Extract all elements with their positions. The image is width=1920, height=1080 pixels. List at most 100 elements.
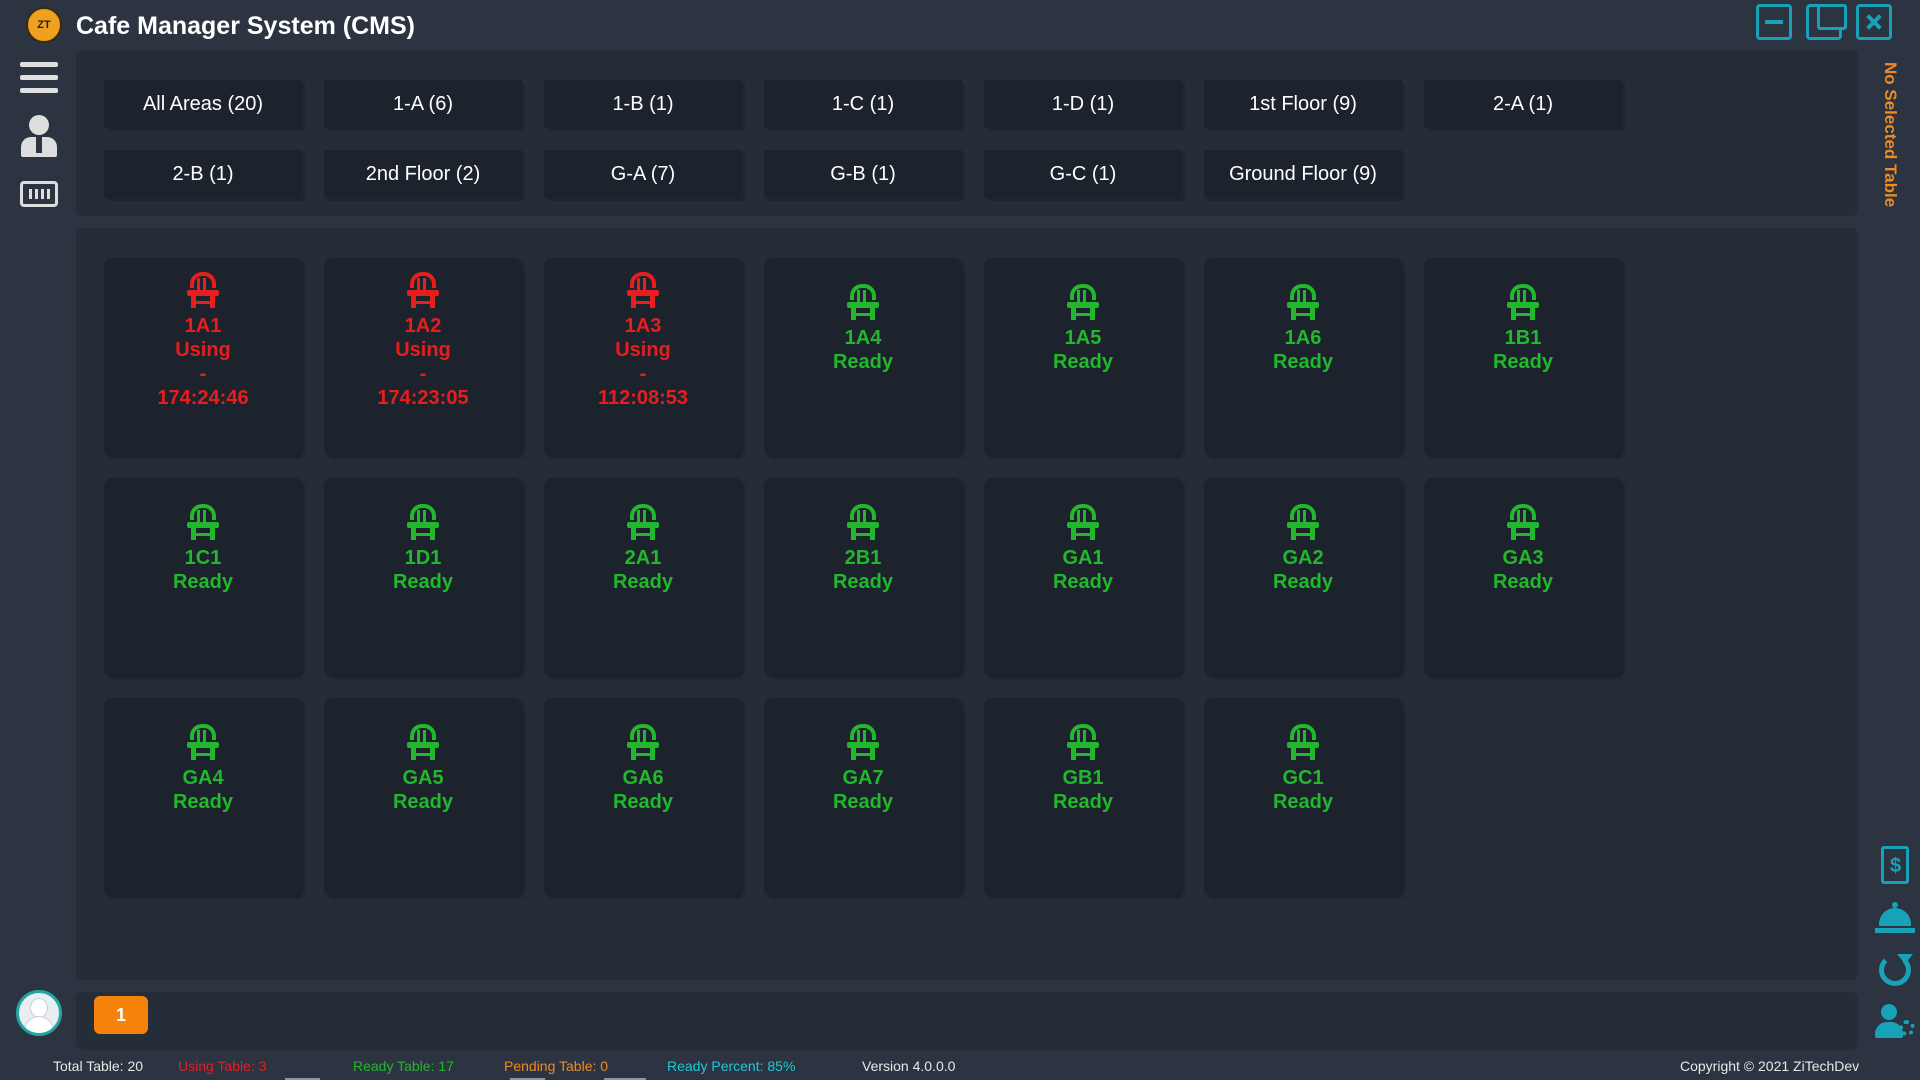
chair-icon	[1507, 504, 1539, 540]
table-tile-1a1[interactable]: 1A1 Using -174:24:46	[104, 258, 302, 456]
table-status: Ready	[1052, 351, 1114, 373]
chair-icon	[187, 504, 219, 540]
user-icon[interactable]	[20, 115, 58, 159]
table-name: GA1	[1062, 547, 1104, 569]
chair-icon	[187, 724, 219, 760]
table-status: Ready	[612, 571, 674, 593]
table-tile-gb1[interactable]: GB1 Ready	[984, 698, 1182, 896]
table-tile-gc1[interactable]: GC1 Ready	[1204, 698, 1402, 896]
chair-icon	[1067, 504, 1099, 540]
table-separator: -	[199, 363, 207, 385]
table-name: 1A4	[844, 327, 882, 349]
app-title: Cafe Manager System (CMS)	[76, 12, 415, 40]
area-button-2a[interactable]: 2-A (1)	[1424, 80, 1622, 128]
table-name: 1C1	[184, 547, 222, 569]
area-button-1c[interactable]: 1-C (1)	[764, 80, 962, 128]
chair-icon	[407, 724, 439, 760]
chair-icon	[847, 504, 879, 540]
area-button-gc[interactable]: G-C (1)	[984, 150, 1182, 198]
table-status: Ready	[612, 791, 674, 813]
table-status: Ready	[1052, 791, 1114, 813]
area-button-2nd-floor[interactable]: 2nd Floor (2)	[324, 150, 522, 198]
table-tile-ga2[interactable]: GA2 Ready	[1204, 478, 1402, 676]
table-status: Using	[395, 339, 451, 361]
table-name: 1A3	[624, 315, 662, 337]
area-filter-panel: All Areas (20) 1-A (6) 1-B (1) 1-C (1) 1…	[76, 50, 1858, 216]
table-name: GA7	[842, 767, 884, 789]
table-grid-panel: 1A1 Using -174:24:46 1A2 Using -174:23:05 1A3 U…	[76, 228, 1858, 980]
close-icon[interactable]	[1856, 4, 1892, 40]
table-status: Ready	[1272, 571, 1334, 593]
keyboard-icon[interactable]	[20, 181, 58, 207]
status-using-tables: Using Table: 3	[178, 1058, 267, 1074]
menu-icon[interactable]	[20, 62, 58, 94]
table-elapsed-time: 174:24:46	[157, 387, 249, 409]
table-name: GA6	[622, 767, 664, 789]
table-status: Ready	[832, 351, 894, 373]
area-button-1d[interactable]: 1-D (1)	[984, 80, 1182, 128]
table-tile-1c1[interactable]: 1C1 Ready	[104, 478, 302, 676]
table-elapsed-time: 112:08:53	[597, 387, 689, 409]
page-button-1[interactable]: 1	[94, 996, 148, 1034]
table-tile-1a2[interactable]: 1A2 Using -174:23:05	[324, 258, 522, 456]
table-tile-1a5[interactable]: 1A5 Ready	[984, 258, 1182, 456]
table-tile-1a6[interactable]: 1A6 Ready	[1204, 258, 1402, 456]
avatar-icon[interactable]	[16, 990, 62, 1036]
table-tile-ga1[interactable]: GA1 Ready	[984, 478, 1182, 676]
table-tile-1d1[interactable]: 1D1 Ready	[324, 478, 522, 676]
table-name: GA5	[402, 767, 444, 789]
table-status: Using	[615, 339, 671, 361]
table-name: GC1	[1282, 767, 1324, 789]
app-logo-icon: ZT	[26, 7, 62, 43]
area-button-1b[interactable]: 1-B (1)	[544, 80, 742, 128]
invoice-icon[interactable]	[1875, 846, 1915, 886]
chair-icon	[1287, 724, 1319, 760]
table-status: Ready	[832, 571, 894, 593]
restore-icon[interactable]	[1806, 4, 1847, 40]
table-tile-ga4[interactable]: GA4 Ready	[104, 698, 302, 896]
table-name: 2A1	[624, 547, 662, 569]
table-tile-ga3[interactable]: GA3 Ready	[1424, 478, 1622, 676]
table-name: 1A2	[404, 315, 442, 337]
area-button-gb[interactable]: G-B (1)	[764, 150, 962, 198]
table-tile-1a4[interactable]: 1A4 Ready	[764, 258, 962, 456]
table-tile-1a3[interactable]: 1A3 Using -112:08:53	[544, 258, 742, 456]
selected-table-label: No Selected Table	[1881, 62, 1900, 208]
table-name: 1B1	[1504, 327, 1542, 349]
table-status: Ready	[392, 791, 454, 813]
area-button-2b[interactable]: 2-B (1)	[104, 150, 302, 198]
area-button-1a[interactable]: 1-A (6)	[324, 80, 522, 128]
status-total-tables: Total Table: 20	[53, 1058, 144, 1074]
table-name: GB1	[1062, 767, 1104, 789]
service-bell-icon[interactable]	[1875, 900, 1915, 940]
area-button-all[interactable]: All Areas (20)	[104, 80, 302, 128]
title-bar: ZT Cafe Manager System (CMS)	[0, 0, 1920, 50]
table-tile-1b1[interactable]: 1B1 Ready	[1424, 258, 1622, 456]
table-status: Using	[175, 339, 231, 361]
table-status: Ready	[1052, 571, 1114, 593]
area-button-ground-floor[interactable]: Ground Floor (9)	[1204, 150, 1402, 198]
refresh-icon[interactable]	[1875, 950, 1915, 990]
chair-icon	[627, 504, 659, 540]
table-name: 1A1	[184, 315, 222, 337]
table-tile-2a1[interactable]: 2A1 Ready	[544, 478, 742, 676]
user-settings-icon[interactable]	[1875, 1002, 1915, 1042]
table-status: Ready	[172, 791, 234, 813]
chair-icon	[627, 724, 659, 760]
table-name: 1A5	[1064, 327, 1102, 349]
table-status: Ready	[832, 791, 894, 813]
status-version: Version 4.0.0.0	[862, 1058, 956, 1074]
minimize-icon[interactable]	[1756, 4, 1792, 40]
table-tile-ga5[interactable]: GA5 Ready	[324, 698, 522, 896]
status-ready-percent: Ready Percent: 85%	[667, 1058, 796, 1074]
table-status: Ready	[1492, 571, 1554, 593]
chair-icon	[1507, 284, 1539, 320]
table-tile-ga7[interactable]: GA7 Ready	[764, 698, 962, 896]
table-tile-ga6[interactable]: GA6 Ready	[544, 698, 742, 896]
chair-icon	[627, 272, 659, 308]
chair-icon	[1067, 724, 1099, 760]
table-tile-2b1[interactable]: 2B1 Ready	[764, 478, 962, 676]
area-button-ga[interactable]: G-A (7)	[544, 150, 742, 198]
area-button-1st-floor[interactable]: 1st Floor (9)	[1204, 80, 1402, 128]
table-status: Ready	[172, 571, 234, 593]
